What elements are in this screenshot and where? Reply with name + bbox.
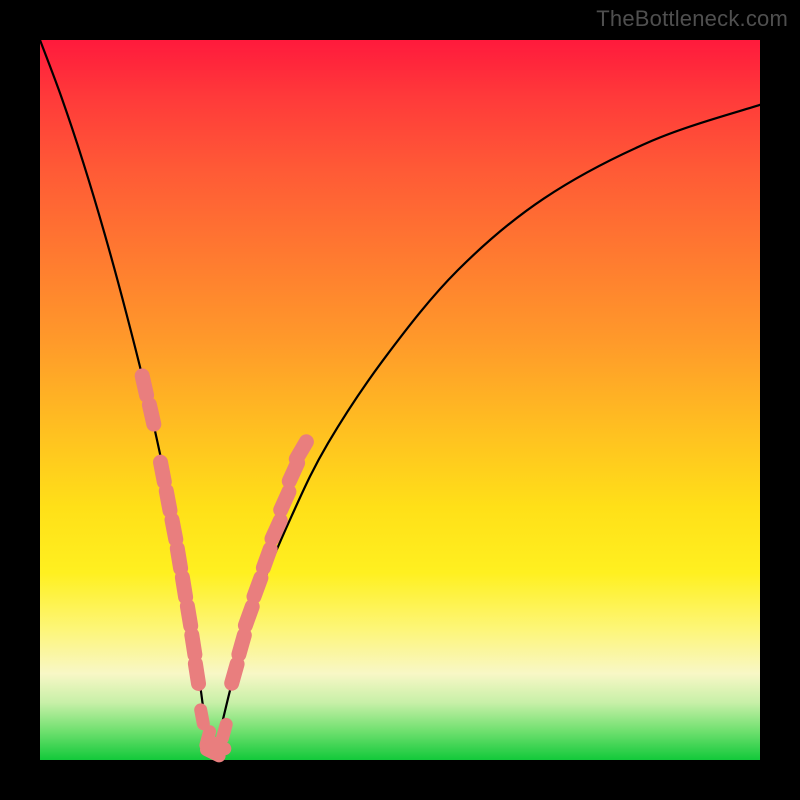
bead bbox=[232, 664, 237, 683]
curve-svg bbox=[40, 40, 760, 760]
bead bbox=[245, 607, 252, 626]
bead bbox=[182, 577, 185, 597]
bead bbox=[254, 578, 261, 597]
bead bbox=[263, 549, 270, 568]
bead bbox=[192, 635, 195, 655]
plot-area bbox=[40, 40, 760, 760]
bead bbox=[172, 520, 176, 540]
bead bbox=[201, 710, 204, 724]
highlight-beads bbox=[142, 376, 306, 756]
bead bbox=[239, 635, 244, 654]
bead bbox=[223, 724, 227, 738]
bead bbox=[166, 491, 170, 511]
chart-frame: TheBottleneck.com bbox=[0, 0, 800, 800]
bead bbox=[272, 521, 280, 539]
bead bbox=[187, 606, 190, 626]
bead bbox=[281, 492, 289, 510]
watermark-text: TheBottleneck.com bbox=[596, 6, 788, 32]
bead bbox=[296, 442, 306, 459]
bead bbox=[142, 376, 146, 395]
bead bbox=[149, 405, 153, 424]
bead bbox=[195, 664, 198, 684]
bead bbox=[177, 549, 180, 569]
bead bbox=[161, 462, 165, 482]
